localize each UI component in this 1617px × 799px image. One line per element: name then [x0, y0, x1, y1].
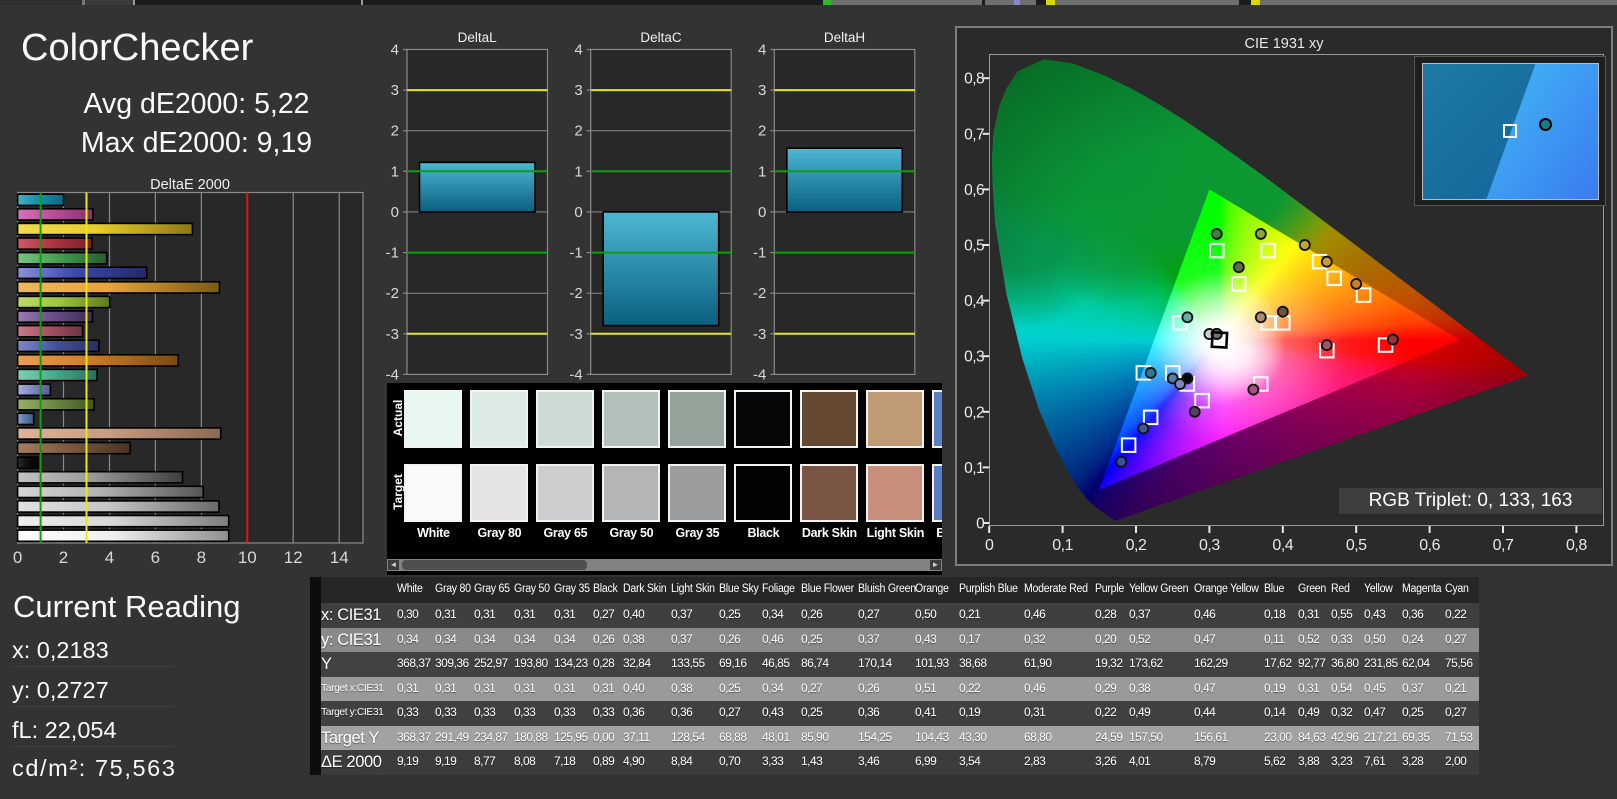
svg-text:0,2: 0,2 [1126, 537, 1147, 554]
svg-text:0,8: 0,8 [964, 71, 984, 88]
svg-text:0,6: 0,6 [1419, 537, 1440, 554]
svg-text:0,4: 0,4 [964, 293, 985, 310]
svg-text:0,8: 0,8 [1566, 537, 1587, 554]
svg-text:0,7: 0,7 [964, 126, 984, 143]
svg-text:0,5: 0,5 [964, 238, 984, 255]
svg-text:0,6: 0,6 [964, 182, 984, 199]
svg-text:0,2: 0,2 [964, 404, 984, 421]
svg-text:0,3: 0,3 [964, 349, 984, 366]
svg-text:0,1: 0,1 [1052, 537, 1073, 554]
svg-text:0,1: 0,1 [964, 460, 984, 477]
svg-text:0: 0 [985, 537, 994, 554]
svg-text:0,3: 0,3 [1199, 537, 1220, 554]
svg-text:0,5: 0,5 [1346, 537, 1367, 554]
svg-text:0,7: 0,7 [1493, 537, 1514, 554]
svg-text:0,4: 0,4 [1272, 537, 1293, 554]
